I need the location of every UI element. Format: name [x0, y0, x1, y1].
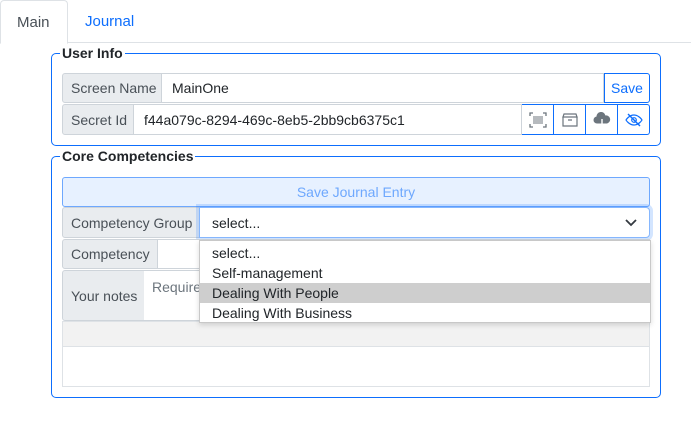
dropdown-option[interactable]: Dealing With Business [200, 303, 650, 323]
save-box-icon [561, 112, 578, 127]
barcode-scan-button[interactable] [522, 104, 554, 135]
notes-label: Your notes [62, 270, 145, 321]
dropdown-option[interactable]: Self-management [200, 263, 650, 283]
chevron-down-icon [625, 218, 637, 226]
user-info-legend: User Info [62, 45, 123, 61]
save-journal-entry-button[interactable]: Save Journal Entry [62, 177, 650, 207]
notes-row: Your notes [62, 270, 145, 321]
journal-table-header [63, 322, 649, 347]
core-competencies-legend: Core Competencies [62, 148, 194, 164]
toggle-visibility-button[interactable] [618, 104, 650, 135]
competency-group-row: Competency Group [62, 207, 200, 238]
dropdown-option-highlighted[interactable]: Dealing With People [200, 283, 650, 303]
screen-name-input[interactable]: MainOne [162, 73, 604, 103]
barcode-scan-icon [528, 111, 547, 128]
eye-slash-icon [624, 113, 643, 126]
competency-group-selected: select... [212, 214, 261, 231]
cloud-download-button[interactable] [586, 104, 618, 135]
screen-name-label: Screen Name [62, 73, 162, 103]
tab-main[interactable]: Main [0, 0, 68, 44]
save-button[interactable]: Save [604, 73, 650, 103]
competency-group-dropdown: select... Self-management Dealing With P… [199, 240, 651, 323]
secret-id-group: Secret Id f44a079c-8294-469c-8eb5-2bb9cb… [62, 104, 650, 135]
journal-table [62, 321, 650, 387]
tab-journal[interactable]: Journal [69, 0, 150, 43]
cloud-download-icon [593, 111, 610, 128]
save-box-button[interactable] [554, 104, 586, 135]
competency-group-select[interactable]: select... [199, 207, 650, 238]
competency-label: Competency [62, 239, 158, 269]
secret-id-input[interactable]: f44a079c-8294-469c-8eb5-2bb9cb6375c1 [134, 104, 522, 135]
tab-bar: Main Journal [0, 0, 691, 44]
dropdown-option[interactable]: select... [200, 243, 650, 263]
screen-name-group: Screen Name MainOne Save [62, 73, 650, 103]
competency-group-label: Competency Group [62, 207, 200, 238]
secret-id-label: Secret Id [62, 104, 134, 135]
